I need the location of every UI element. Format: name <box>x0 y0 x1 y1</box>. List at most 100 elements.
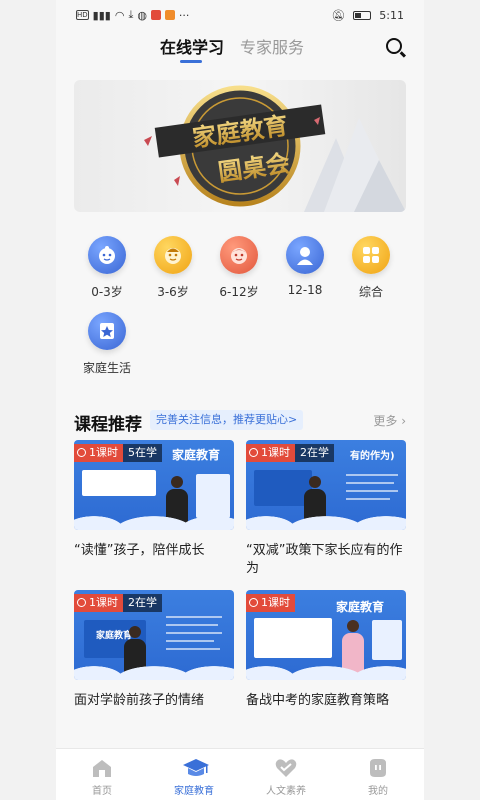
nav-profile[interactable]: 我的 <box>332 749 424 800</box>
course-thumbnail: 1课时 家庭教育 <box>246 590 406 680</box>
home-icon <box>90 757 114 779</box>
status-time: 5:11 <box>379 8 404 22</box>
signal-icon: ▮▮▮ <box>92 8 111 22</box>
child-face-icon <box>154 236 192 274</box>
more-label: 更多 <box>373 414 398 428</box>
course-card[interactable]: 1课时 2在学 家庭教育 面对学龄前孩子的情绪 <box>74 590 234 710</box>
category-family-life[interactable]: 家庭生活 <box>74 312 140 376</box>
category-general[interactable]: 综合 <box>338 236 404 300</box>
wechat-icon: ◍ <box>137 8 147 22</box>
category-0-3[interactable]: 0-3岁 <box>74 236 140 300</box>
course-card[interactable]: 1课时 2在学 有的作为) “双减”政策下家长应有的作为 <box>246 440 406 578</box>
baby-face-icon <box>88 236 126 274</box>
heart-icon <box>274 757 298 779</box>
wifi-icon: ◠ <box>114 8 125 22</box>
learners-count: 2在学 <box>295 444 334 462</box>
thumb-text-line <box>346 498 390 500</box>
category-6-12[interactable]: 6-12岁 <box>206 236 272 300</box>
chevron-right-icon: › <box>397 414 406 428</box>
tab-online-learning[interactable]: 在线学习 <box>160 34 224 58</box>
tab-expert-service[interactable]: 专家服务 <box>240 34 304 58</box>
learners-count: 2在学 <box>123 594 162 612</box>
thumb-text-line <box>166 616 222 618</box>
hd-icon: HD <box>76 10 89 20</box>
course-thumbnail: 1课时 5在学 家庭教育 <box>74 440 234 530</box>
active-tab-indicator <box>180 60 202 63</box>
lessons-count: 1课时 <box>89 596 118 609</box>
more-link[interactable]: 更多 › <box>373 412 406 429</box>
category-12-18[interactable]: 12-18 <box>272 236 338 297</box>
thumb-text-line <box>346 490 398 492</box>
more-dots-icon: ··· <box>178 8 190 22</box>
thumb-brand: 家庭教育 <box>336 600 385 614</box>
course-badge: 1课时 2在学 <box>74 594 162 612</box>
clock-icon <box>77 598 86 607</box>
clock-icon <box>249 448 258 457</box>
course-thumbnail: 1课时 2在学 有的作为) <box>246 440 406 530</box>
bottom-nav: 首页 家庭教育 人文素养 我的 <box>56 748 424 800</box>
category-label: 12-18 <box>287 283 323 297</box>
graduation-cap-icon <box>182 757 209 779</box>
thumb-document <box>254 618 332 658</box>
profile-icon <box>366 757 390 779</box>
nav-label: 首页 <box>92 786 112 797</box>
lessons-badge: 1课时 <box>246 444 295 462</box>
download-icon: ⤓ <box>128 8 134 21</box>
grid-icon <box>352 236 390 274</box>
thumb-info-panel <box>372 620 402 660</box>
search-icon[interactable] <box>386 38 402 54</box>
category-label: 6-12岁 <box>219 285 259 299</box>
profile-hint-tag[interactable]: 完善关注信息，推荐更贴心> <box>150 410 304 430</box>
top-tabs: 在线学习 专家服务 <box>56 34 424 66</box>
lessons-count: 1课时 <box>89 446 118 459</box>
category-label: 家庭生活 <box>82 361 131 375</box>
nav-family-education[interactable]: 家庭教育 <box>148 749 240 800</box>
course-card[interactable]: 1课时 家庭教育 备战中考的家庭教育策略 <box>246 590 406 710</box>
thumb-cloud <box>74 508 234 530</box>
video-notify-icon <box>164 10 175 20</box>
learners-count: 5在学 <box>123 444 162 462</box>
category-3-6[interactable]: 3-6岁 <box>140 236 206 300</box>
lessons-badge: 1课时 <box>246 594 295 612</box>
thumb-text-line <box>166 640 214 642</box>
nav-humanities[interactable]: 人文素养 <box>240 749 332 800</box>
kid-face-icon <box>220 236 258 274</box>
course-title: 面对学龄前孩子的情绪 <box>74 693 205 708</box>
course-thumbnail: 1课时 2在学 家庭教育 <box>74 590 234 680</box>
nav-home[interactable]: 首页 <box>56 749 148 800</box>
thumb-text-line <box>346 482 394 484</box>
course-badge: 1课时 5在学 <box>74 444 162 462</box>
app-notify-icon <box>150 10 161 20</box>
nav-label: 我的 <box>368 786 388 797</box>
thumb-text-line <box>166 632 222 634</box>
course-card[interactable]: 1课时 5在学 家庭教育 “读懂”孩子，陪伴成长 <box>74 440 234 560</box>
phone-screen: HD ▮▮▮ ◠ ⤓ ◍ ··· 🔕︎ 5:11 在线学习 专家服务 家庭教育 … <box>56 0 424 800</box>
course-badge: 1课时 2在学 <box>246 444 334 462</box>
thumb-text-line <box>166 648 220 650</box>
nav-label: 家庭教育 <box>174 786 214 797</box>
star-book-icon <box>88 312 126 350</box>
thumb-cloud <box>246 508 406 530</box>
status-bar: HD ▮▮▮ ◠ ⤓ ◍ ··· 🔕︎ 5:11 <box>56 0 424 30</box>
thumb-document <box>82 470 156 496</box>
category-label: 0-3岁 <box>91 285 123 299</box>
mute-icon: 🔕︎ <box>331 8 346 22</box>
thumb-text-line <box>166 624 218 626</box>
course-title: “双减”政策下家长应有的作为 <box>246 543 403 576</box>
course-badge: 1课时 <box>246 594 295 612</box>
banner-artwork: 家庭教育 圆桌会 <box>144 85 406 212</box>
thumb-brand: 有的作为) <box>350 451 395 462</box>
clock-icon <box>249 598 258 607</box>
lessons-count: 1课时 <box>261 596 290 609</box>
section-title: 课程推荐 <box>74 415 142 435</box>
status-right: 🔕︎ 5:11 <box>331 9 404 22</box>
course-title: “读懂”孩子，陪伴成长 <box>74 543 205 558</box>
thumb-brand: 家庭教育 <box>172 448 221 462</box>
battery-icon <box>353 10 372 20</box>
banner[interactable]: 家庭教育 圆桌会 <box>74 80 406 212</box>
lessons-badge: 1课时 <box>74 444 123 462</box>
lessons-badge: 1课时 <box>74 594 123 612</box>
category-label: 3-6岁 <box>157 285 189 299</box>
teen-icon <box>286 236 324 274</box>
lessons-count: 1课时 <box>261 446 290 459</box>
